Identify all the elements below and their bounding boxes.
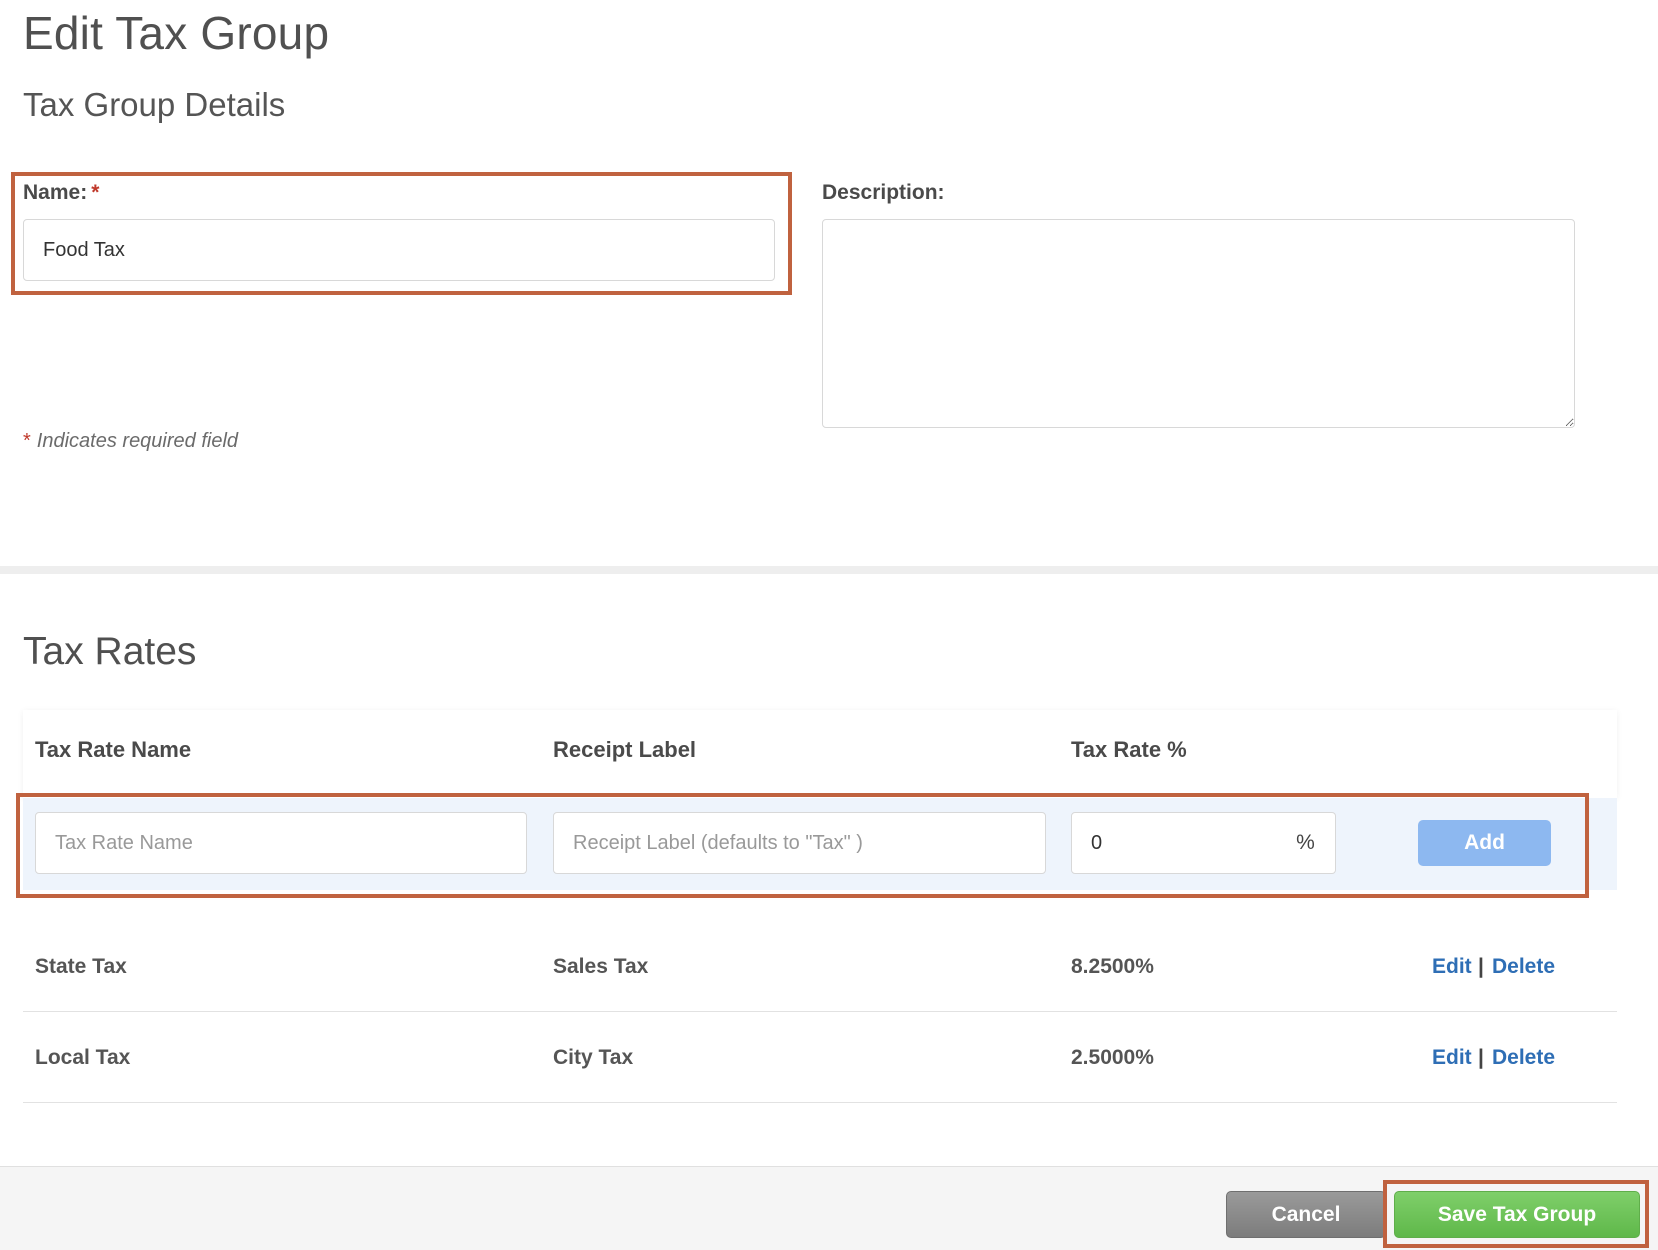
row-2-tax-rate: 2.5000%: [1071, 1046, 1154, 1069]
row-2-delete-link[interactable]: Delete: [1492, 1046, 1555, 1070]
section-divider: [0, 566, 1658, 574]
name-label-text: Name:: [23, 181, 88, 204]
row-1-tax-rate-name: State Tax: [35, 955, 127, 978]
page-title: Edit Tax Group: [23, 7, 330, 59]
row-2-tax-rate-name: Local Tax: [35, 1046, 131, 1069]
row-1-tax-rate: 8.2500%: [1071, 955, 1154, 978]
required-star: *: [91, 181, 100, 204]
cancel-button[interactable]: Cancel: [1226, 1191, 1386, 1238]
row-1-delete-link[interactable]: Delete: [1492, 955, 1555, 979]
required-note-star: *: [23, 430, 31, 452]
name-input[interactable]: [23, 219, 775, 281]
add-tax-rate-button[interactable]: Add: [1418, 820, 1551, 866]
tax-rates-table-header: [23, 710, 1617, 798]
tax-rates-title: Tax Rates: [23, 630, 197, 673]
required-note-text: Indicates required field: [36, 430, 239, 452]
row-2-receipt-label: City Tax: [553, 1046, 634, 1069]
tax-rate-percent-input[interactable]: [1071, 812, 1277, 874]
receipt-label-input[interactable]: [553, 812, 1046, 874]
row-divider: [23, 1011, 1617, 1012]
row-1-edit-link[interactable]: Edit: [1432, 955, 1472, 979]
section-title-details: Tax Group Details: [23, 86, 286, 123]
percent-addon: %: [1276, 812, 1336, 874]
column-header-tax-rate-percent: Tax Rate %: [1071, 737, 1187, 762]
column-header-receipt-label: Receipt Label: [553, 737, 697, 762]
description-label: Description:: [822, 181, 945, 204]
row-2-edit-link[interactable]: Edit: [1432, 1046, 1472, 1070]
required-field-note: * Indicates required field: [23, 430, 238, 453]
row-1-link-separator: |: [1478, 955, 1484, 978]
description-textarea[interactable]: [822, 219, 1575, 428]
save-tax-group-button[interactable]: Save Tax Group: [1394, 1191, 1640, 1238]
row-2-link-separator: |: [1478, 1046, 1484, 1069]
column-header-tax-rate-name: Tax Rate Name: [35, 737, 192, 762]
name-label: Name: *: [23, 181, 99, 205]
row-1-receipt-label: Sales Tax: [553, 955, 649, 978]
tax-rate-name-input[interactable]: [35, 812, 527, 874]
row-divider: [23, 1102, 1617, 1103]
